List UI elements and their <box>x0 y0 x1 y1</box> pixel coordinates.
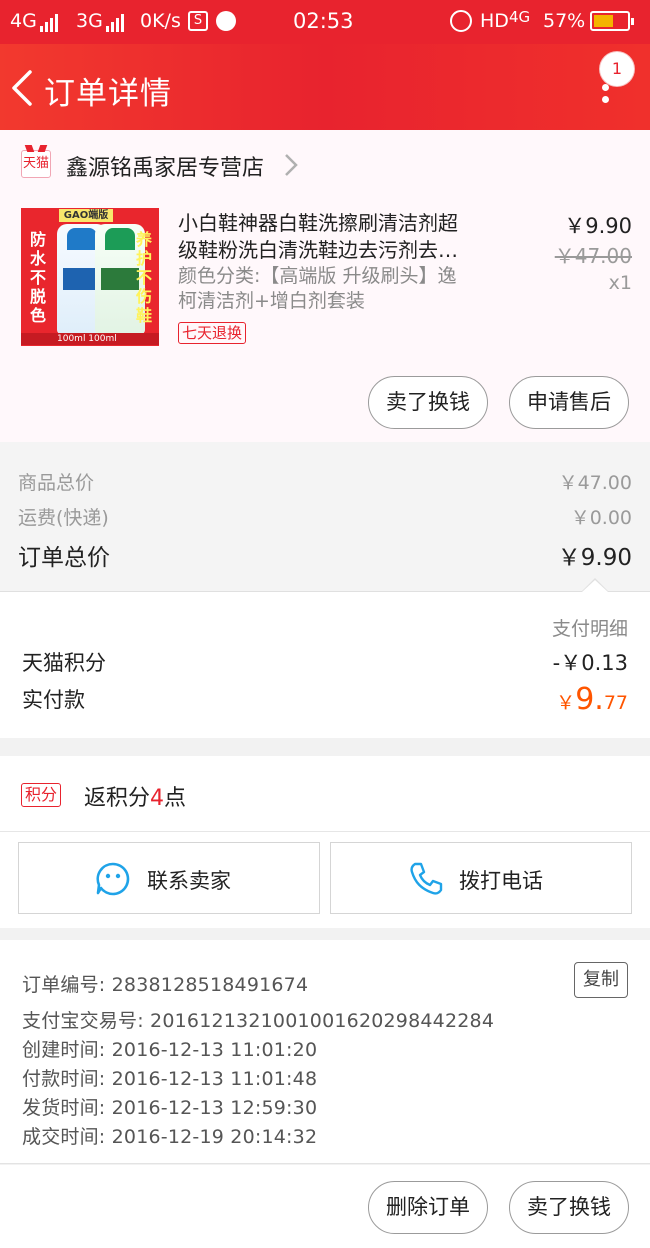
sell-exchange-button[interactable]: 卖了换钱 <box>368 376 488 429</box>
order-item-section: 天猫 鑫源铭禹家居专营店 GAO端版 防水不脱色 养护不伤鞋 100ml 100… <box>0 130 650 442</box>
call-phone-label: 拨打电话 <box>459 869 543 893</box>
alarm-icon <box>450 10 472 32</box>
clock: 02:53 <box>293 9 354 33</box>
sku-line2: 柯清洁剂+增白剂套装 <box>178 290 365 312</box>
product-quantity: x1 <box>608 272 632 294</box>
created-time: 创建时间: 2016-12-13 11:01:20 <box>22 1039 318 1061</box>
product-original-price: ￥47.00 <box>554 244 632 268</box>
phone-icon <box>410 862 443 895</box>
points-tag: 积分 <box>21 783 62 807</box>
store-name[interactable]: 鑫源铭禹家居专营店 <box>66 150 264 182</box>
order-info: 订单编号: 2838128518491674 复制 支付宝交易号: 201612… <box>0 940 650 1164</box>
expand-pointer-fill <box>582 580 608 592</box>
return-policy-badge: 七天退换 <box>178 322 247 344</box>
sku-line1: 颜色分类:【高端版 升级刷头】逸 <box>178 265 457 287</box>
product-title-line1: 小白鞋神器白鞋洗擦刷清洁剂超 <box>178 211 458 235</box>
product-image-right-text: 养护不伤鞋 <box>135 230 152 325</box>
product-price: ￥9.90 <box>564 214 632 238</box>
net-speed: 0K/s <box>140 10 181 32</box>
order-number: 订单编号: 2838128518491674 <box>22 974 309 996</box>
battery-percent: 57% <box>543 10 586 32</box>
contact-seller-label: 联系卖家 <box>147 869 231 893</box>
shipping-value: ￥0.00 <box>570 507 632 529</box>
shipped-time: 发货时间: 2016-12-13 12:59:30 <box>22 1097 318 1119</box>
product-thumbnail[interactable]: GAO端版 防水不脱色 养护不伤鞋 100ml 100ml <box>21 208 159 346</box>
after-sale-button[interactable]: 申请售后 <box>509 376 629 429</box>
points-reward-text: 返积分4点 <box>84 780 186 812</box>
payment-details: 支付明细 天猫积分 -￥0.13 实付款 ￥9.77 <box>0 592 650 738</box>
points-prefix: 返积分 <box>84 786 151 811</box>
points-reward: 积分 返积分4点 <box>0 756 650 832</box>
points-suffix: 点 <box>164 786 187 811</box>
product-title[interactable]: 小白鞋神器白鞋洗擦刷清洁剂超 级鞋粉洗白清洗鞋边去污剂去… <box>178 210 490 264</box>
points-count: 4 <box>150 786 165 811</box>
status-bar: 4G 3G 0K/s S 02:53 HD 4G 57% <box>0 0 650 44</box>
network-2-label: 3G <box>76 10 103 32</box>
sell-exchange-bottom-button[interactable]: 卖了换钱 <box>509 1181 629 1234</box>
product-sku: 颜色分类:【高端版 升级刷头】逸 柯清洁剂+增白剂套装 <box>178 264 498 314</box>
paid-decimal: 77 <box>603 692 628 714</box>
call-phone-button[interactable]: 拨打电话 <box>330 842 632 914</box>
hd-label: HD <box>480 10 509 32</box>
bottom-action-bar: 删除订单 卖了换钱 <box>0 1165 650 1248</box>
signal-icon <box>105 10 126 32</box>
chat-icon <box>96 862 130 896</box>
paid-time: 付款时间: 2016-12-13 11:01:48 <box>22 1068 318 1090</box>
order-total-label: 订单总价 <box>18 545 110 571</box>
contact-seller-button[interactable]: 联系卖家 <box>18 842 320 914</box>
page-title: 订单详情 <box>44 76 172 112</box>
contact-section: 联系卖家 拨打电话 <box>0 832 650 928</box>
product-image-volume: 100ml 100ml <box>21 333 159 345</box>
paid-integer: 9. <box>575 682 604 717</box>
message-badge[interactable]: 1 <box>600 52 634 86</box>
shipping-label: 运费(快递) <box>18 507 109 529</box>
tmall-badge-icon: 天猫 <box>21 150 51 178</box>
completed-time: 成交时间: 2016-12-19 20:14:32 <box>22 1126 318 1148</box>
storage-icon: S <box>188 11 208 31</box>
product-image-left-text: 防水不脱色 <box>29 230 46 325</box>
chevron-right-icon[interactable] <box>283 152 299 178</box>
back-arrow-icon[interactable] <box>10 68 40 108</box>
network-1-label: 4G <box>10 10 37 32</box>
goods-total-value: ￥47.00 <box>558 472 632 494</box>
order-total-value: ￥9.90 <box>557 545 632 571</box>
tmall-points-value: -￥0.13 <box>552 651 628 675</box>
payment-detail-label[interactable]: 支付明细 <box>552 614 628 641</box>
signal-icon <box>39 10 60 32</box>
paid-currency: ￥ <box>556 692 576 714</box>
product-title-line2: 级鞋粉洗白清洗鞋边去污剂去… <box>178 238 458 262</box>
copy-button[interactable]: 复制 <box>574 962 628 998</box>
browser-icon <box>216 11 236 31</box>
network-status-2: 3G <box>76 10 126 32</box>
paid-label: 实付款 <box>22 688 85 712</box>
alipay-trade-number: 支付宝交易号: 2016121321001001620298442284 <box>22 1010 495 1032</box>
network-status-1: 4G <box>10 10 60 32</box>
goods-total-label: 商品总价 <box>18 472 95 494</box>
network-3-label: 4G <box>509 8 531 26</box>
tmall-points-label: 天猫积分 <box>22 651 106 675</box>
delete-order-button[interactable]: 删除订单 <box>368 1181 488 1234</box>
product-image-tag: GAO端版 <box>59 209 113 222</box>
battery-icon <box>590 11 634 31</box>
app-header: 订单详情 1 <box>0 44 650 130</box>
price-summary: 商品总价 ￥47.00 运费(快递) ￥0.00 订单总价 ￥9.90 <box>0 442 650 592</box>
paid-amount: ￥9.77 <box>556 682 628 717</box>
